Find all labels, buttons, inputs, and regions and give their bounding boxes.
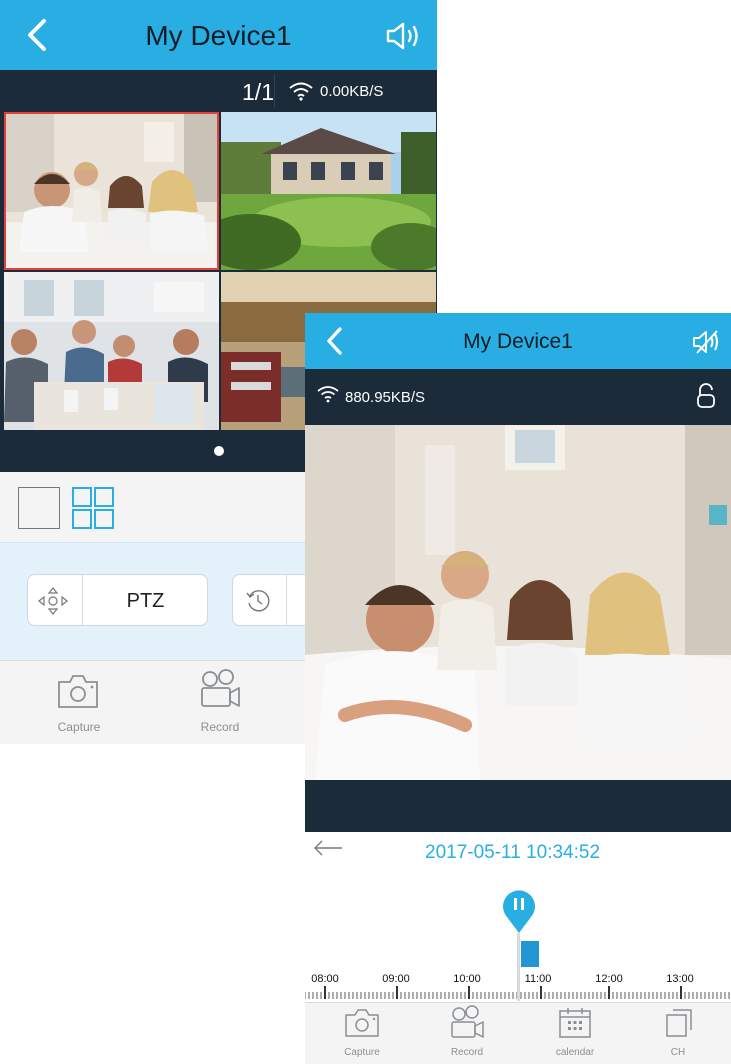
speaker-icon[interactable] — [384, 20, 424, 52]
video-player[interactable] — [305, 425, 731, 780]
calendar-label: calendar — [555, 1047, 595, 1058]
calendar-button[interactable]: calendar — [540, 1007, 610, 1063]
pause-icon[interactable] — [501, 887, 537, 935]
playback-divider — [286, 574, 287, 626]
page-title: My Device1 — [145, 20, 292, 51]
timeline-tick-label: 10:00 — [453, 973, 481, 985]
capture-label: Capture — [344, 1047, 380, 1058]
capture-button[interactable]: Capture — [327, 1007, 397, 1063]
timeline-tick-label: 08:00 — [311, 973, 339, 985]
back-arrow-icon[interactable] — [322, 327, 348, 355]
garden-camera-feed — [221, 112, 436, 270]
channel-button[interactable]: CH — [643, 1007, 713, 1063]
back-left-arrow-icon[interactable] — [313, 839, 343, 857]
wifi-icon — [317, 386, 339, 403]
page-dot-active[interactable] — [214, 446, 224, 456]
family-camera-feed — [4, 112, 219, 270]
status-divider — [274, 74, 275, 108]
capture-label: Capture — [57, 720, 101, 734]
network-speed: 880.95KB/S — [345, 389, 426, 406]
direction-pad-icon — [38, 587, 68, 615]
timeline-tick-label: 11:00 — [524, 973, 552, 985]
camera-cell-1[interactable] — [4, 112, 219, 270]
video-record-icon — [451, 1005, 484, 1038]
record-button[interactable]: Record — [175, 668, 265, 740]
quad-view-button[interactable] — [72, 487, 114, 529]
camera-icon — [58, 675, 98, 708]
record-segment — [521, 941, 539, 967]
wifi-icon — [289, 82, 313, 101]
timeline-tick-label: 13:00 — [666, 973, 694, 985]
timeline-needle — [517, 933, 520, 1001]
camera-cell-2[interactable] — [221, 112, 436, 270]
timeline-tick-label: 09:00 — [382, 973, 410, 985]
record-label: Record — [450, 1047, 484, 1058]
video-record-icon — [201, 669, 240, 707]
capture-button[interactable]: Capture — [34, 668, 124, 740]
calendar-icon — [559, 1008, 591, 1038]
channel-label: CH — [670, 1047, 686, 1058]
page-title: My Device1 — [463, 330, 573, 353]
timeline-tick-label: 12:00 — [595, 973, 623, 985]
video-control-bar — [305, 780, 731, 832]
family-video-frame — [305, 425, 731, 780]
playback-button[interactable] — [232, 574, 312, 626]
unlock-icon[interactable] — [696, 383, 716, 409]
camera-icon — [345, 1009, 379, 1037]
single-view-button[interactable] — [18, 487, 60, 529]
network-speed: 0.00KB/S — [320, 83, 384, 100]
camera-cell-3[interactable] — [4, 272, 219, 430]
history-icon — [246, 590, 270, 612]
page-indicator: 1/1 — [242, 79, 274, 105]
back-arrow-icon[interactable] — [20, 18, 54, 52]
playback-screen: My Device1 880.95KB/S 2017-05-11 10:34:5… — [305, 313, 731, 1064]
record-label: Record — [200, 720, 240, 734]
playback-timestamp: 2017-05-11 10:34:52 — [425, 842, 601, 863]
channel-icon — [666, 1009, 692, 1037]
office-camera-feed — [4, 272, 219, 430]
record-button[interactable]: Record — [432, 1005, 502, 1063]
ptz-label: PTZ — [126, 590, 165, 612]
speaker-muted-icon[interactable] — [691, 329, 721, 355]
